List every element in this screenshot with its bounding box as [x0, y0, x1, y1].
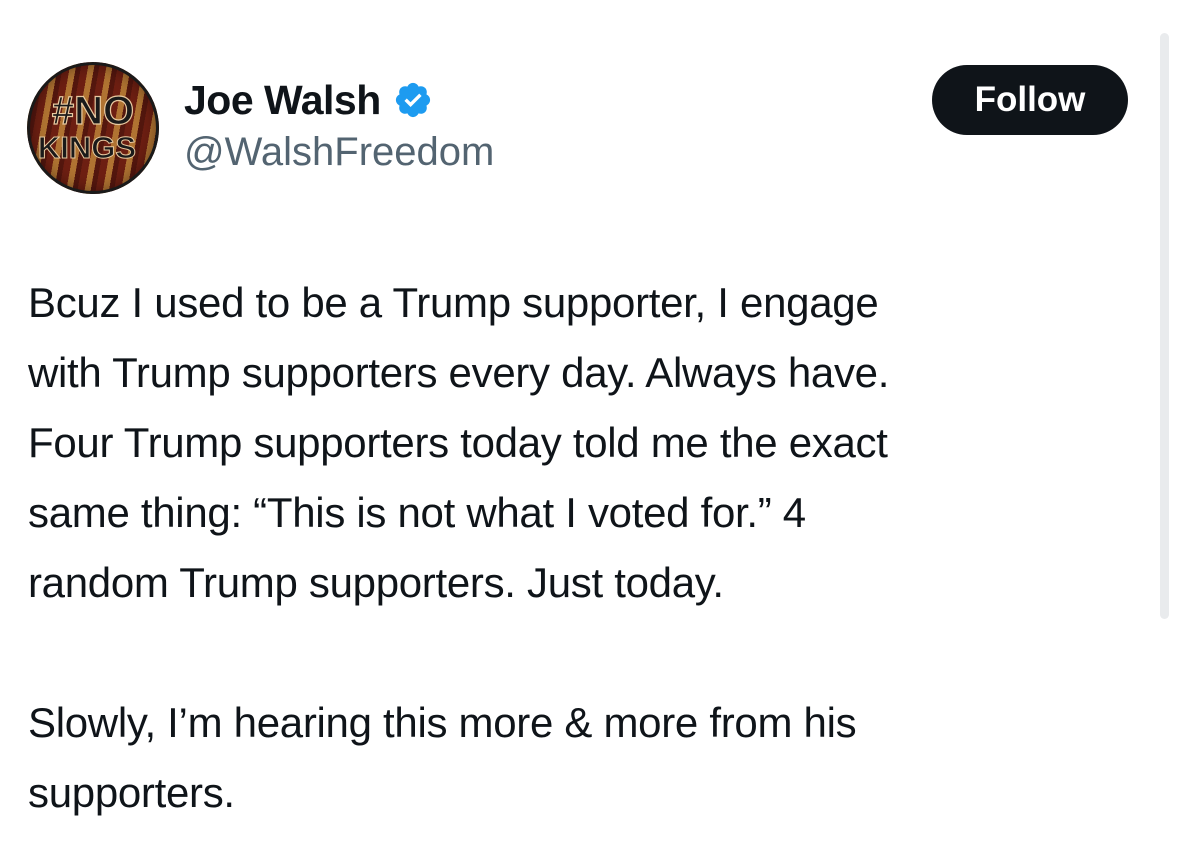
tweet-line: with Trump supporters every day. Always … — [28, 349, 890, 396]
avatar-text-line2: KINGS — [38, 130, 136, 165]
tweet-line: Four Trump supporters today told me the … — [28, 419, 888, 466]
avatar[interactable]: #NO KINGS — [27, 62, 159, 194]
tweet-line: Bcuz I used to be a Trump supporter, I e… — [28, 279, 879, 326]
tweet-card: #NO KINGS Joe Walsh @WalshFreedom Follow… — [0, 0, 1179, 859]
follow-button[interactable]: Follow — [932, 65, 1128, 135]
tweet-line: random Trump supporters. Just today. — [28, 559, 724, 606]
tweet-line: supporters. — [28, 769, 235, 816]
no-kings-avatar-icon: #NO KINGS — [27, 62, 159, 194]
tweet-line: Slowly, I’m hearing this more & more fro… — [28, 699, 857, 746]
author-display-name[interactable]: Joe Walsh — [184, 77, 381, 124]
author-handle[interactable]: @WalshFreedom — [184, 130, 494, 175]
avatar-text-line1: #NO — [52, 89, 134, 133]
author-name-row: Joe Walsh — [184, 74, 433, 126]
tweet-paragraph: Slowly, I’m hearing this more & more fro… — [28, 688, 1138, 828]
verified-badge-icon[interactable] — [393, 80, 433, 120]
tweet-text: Bcuz I used to be a Trump supporter, I e… — [28, 268, 1138, 828]
scrollbar[interactable] — [1160, 33, 1169, 619]
tweet-paragraph: Bcuz I used to be a Trump supporter, I e… — [28, 268, 1138, 618]
tweet-line: same thing: “This is not what I voted fo… — [28, 489, 806, 536]
